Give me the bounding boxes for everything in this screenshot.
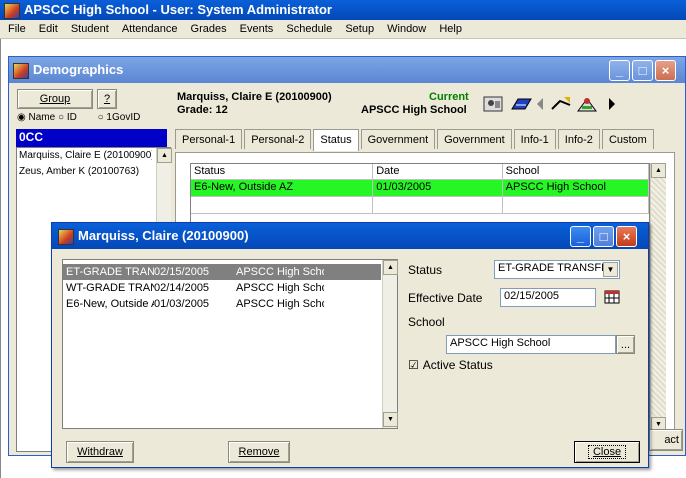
tab-info-1[interactable]: Info-1 xyxy=(513,129,556,149)
minimize-button[interactable]: _ xyxy=(609,60,630,81)
dialog-maximize-button[interactable]: □ xyxy=(593,226,614,247)
radio-id[interactable]: ○ ID xyxy=(58,112,77,123)
calendar-icon[interactable] xyxy=(604,289,620,305)
grid-scroll-up-icon[interactable]: ▲ xyxy=(651,163,666,178)
active-status-label: Active Status xyxy=(422,358,493,372)
school-label: School xyxy=(408,315,445,329)
status-history-list: ET-GRADE TRANS02/15/2005APSCC High Schoo… xyxy=(62,259,398,429)
dialog-minimize-button[interactable]: _ xyxy=(570,226,591,247)
demographics-window-icon xyxy=(13,62,29,79)
withdraw-button[interactable]: Withdraw xyxy=(66,441,134,463)
group-button[interactable]: Group xyxy=(17,89,93,109)
grid-header-school: School xyxy=(502,164,649,180)
dialog-app-icon xyxy=(58,228,74,245)
menu-events[interactable]: Events xyxy=(235,23,279,35)
demographics-title: Demographics xyxy=(33,62,124,77)
checkbox-checked-icon[interactable]: ☑ xyxy=(408,358,419,372)
schedule-icon[interactable] xyxy=(575,93,599,115)
app-title: APSCC High School - User: System Adminis… xyxy=(24,2,332,17)
school-browse-button[interactable]: ... xyxy=(616,335,635,354)
radio-govid[interactable]: ○ 1GovID xyxy=(98,112,141,123)
tab-personal-2[interactable]: Personal-2 xyxy=(244,129,312,149)
student-header-name: Marquiss, Claire E (20100900) xyxy=(177,91,332,103)
app-logo-icon xyxy=(4,2,20,19)
chevron-down-icon[interactable]: ▼ xyxy=(603,262,618,277)
menu-edit[interactable]: Edit xyxy=(34,23,63,35)
dialog-titlebar: Marquiss, Claire (20100900) xyxy=(52,223,648,249)
dialog-title: Marquiss, Claire (20100900) xyxy=(78,228,249,243)
partial-action-button[interactable]: act xyxy=(649,429,683,451)
dialog-scroll-up-icon[interactable]: ▲ xyxy=(383,260,398,275)
menu-help[interactable]: Help xyxy=(434,23,467,35)
list-item[interactable]: E6-New, Outside AZ01/03/2005APSCC High S… xyxy=(63,296,381,312)
menu-window[interactable]: Window xyxy=(382,23,431,35)
search-mode-radios: ◉ Name ○ ID ○ 1GovID xyxy=(17,112,167,123)
grid-header-status: Status xyxy=(191,164,374,180)
dialog-scroll-down-icon[interactable]: ▼ xyxy=(383,412,398,427)
status-label: Status xyxy=(408,263,443,277)
close-button[interactable]: Close xyxy=(574,441,640,463)
previous-arrow-icon[interactable] xyxy=(533,93,547,115)
menu-student[interactable]: Student xyxy=(66,23,114,35)
grid-header-date: Date xyxy=(373,164,503,180)
current-label: Current xyxy=(429,91,469,103)
status-dialog: Marquiss, Claire (20100900) _ □ × ET-GRA… xyxy=(51,222,649,468)
tab-personal-1[interactable]: Personal-1 xyxy=(175,129,243,149)
effective-date-label: Effective Date xyxy=(408,291,483,305)
list-item[interactable]: ET-GRADE TRANS02/15/2005APSCC High Schoo… xyxy=(63,264,381,280)
student-grade: Grade: 12 xyxy=(177,104,228,116)
demographics-titlebar: Demographics xyxy=(9,57,685,83)
school-input[interactable]: APSCC High School xyxy=(446,335,616,354)
keyboard-icon[interactable] xyxy=(509,93,533,115)
help-button[interactable]: ? xyxy=(97,89,117,109)
effective-date-input[interactable]: 02/15/2005 xyxy=(500,288,596,307)
status-select[interactable]: ET-GRADE TRANSFER ▼ xyxy=(494,260,620,279)
tab-bar: Personal-1 Personal-2 Status Government Gove… xyxy=(175,129,686,153)
active-status-checkbox[interactable]: ☑ Active Status xyxy=(408,358,493,372)
menu-bar: File Edit Student Attendance Grades Even… xyxy=(0,20,686,39)
menu-attendance[interactable]: Attendance xyxy=(117,23,183,35)
radio-name[interactable]: ◉ Name xyxy=(17,112,55,123)
status-history-items: ET-GRADE TRANS02/15/2005APSCC High Schoo… xyxy=(63,260,397,312)
tab-government-1[interactable]: Government xyxy=(360,129,436,149)
remove-button[interactable]: Remove xyxy=(228,441,290,463)
next-arrow-icon[interactable] xyxy=(605,93,619,115)
picture-icon[interactable] xyxy=(481,93,505,115)
maximize-button[interactable]: □ xyxy=(632,60,653,81)
tab-status[interactable]: Status xyxy=(313,129,359,151)
dialog-list-scrollbar[interactable]: ▲ ▼ xyxy=(382,260,398,428)
tab-info-2[interactable]: Info-2 xyxy=(557,129,600,149)
table-row[interactable]: E6-New, Outside AZ 01/03/2005 APSCC High… xyxy=(191,180,649,197)
tab-custom[interactable]: Custom xyxy=(601,129,654,149)
dialog-close-x-button[interactable]: × xyxy=(616,226,637,247)
list-item[interactable]: WT-GRADE TRANS02/14/2005APSCC High Schoo… xyxy=(63,280,381,296)
transfer-icon[interactable] xyxy=(549,93,573,115)
scroll-up-icon[interactable]: ▲ xyxy=(157,148,172,163)
menu-grades[interactable]: Grades xyxy=(186,23,232,35)
menu-file[interactable]: File xyxy=(3,23,31,35)
close-window-button[interactable]: × xyxy=(655,60,676,81)
menu-schedule[interactable]: Schedule xyxy=(281,23,337,35)
header-school: APSCC High School xyxy=(361,104,467,116)
student-filter[interactable]: 0CC xyxy=(16,129,167,147)
student-list-item[interactable]: Zeus, Amber K (20100763) xyxy=(17,164,152,180)
menu-setup[interactable]: Setup xyxy=(340,23,379,35)
tab-government-2[interactable]: Government xyxy=(437,129,512,149)
app-titlebar: APSCC High School - User: System Adminis… xyxy=(0,0,686,20)
grid-scrollbar[interactable]: ▲ ▼ xyxy=(650,163,666,433)
student-list-item[interactable]: Marquiss, Claire E (20100900) xyxy=(17,148,152,164)
